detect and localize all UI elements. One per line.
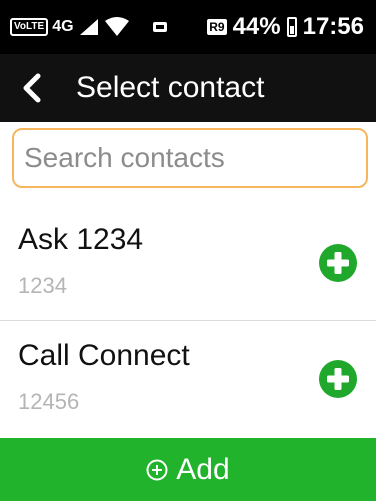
app-bar: Select contact	[0, 54, 376, 122]
sim-indicator: R9	[207, 19, 227, 35]
status-bar: VoLTE 4G R9 44% 17:56	[0, 0, 376, 54]
contact-name: Call Connect	[18, 339, 190, 372]
back-arrow-icon[interactable]	[12, 68, 52, 108]
notification-icon	[152, 22, 167, 32]
volte-indicator: VoLTE	[10, 18, 49, 36]
add-contact-plus-icon[interactable]	[318, 359, 358, 399]
battery-percent: 44%	[232, 13, 281, 40]
search-input[interactable]	[12, 128, 368, 188]
battery-icon	[286, 17, 297, 37]
contact-item-ask-1234[interactable]: Ask 1234 1234	[0, 205, 376, 320]
contact-number: 1234	[18, 273, 67, 298]
status-right: R9 44% 17:56	[207, 12, 364, 42]
status-left: VoLTE 4G	[10, 14, 170, 40]
contact-item-call-connect[interactable]: Call Connect 12456	[0, 320, 376, 436]
contact-name: Ask 1234	[18, 223, 144, 256]
add-contact-plus-icon[interactable]	[318, 243, 358, 283]
add-button[interactable]: Add	[0, 438, 376, 501]
clock: 17:56	[302, 13, 364, 40]
network-type: 4G	[52, 18, 74, 35]
contact-number: 12456	[18, 389, 80, 414]
page-title: Select contact	[76, 71, 265, 104]
add-button-label: Add	[176, 452, 230, 486]
add-circle-icon	[146, 459, 168, 480]
signal-icon	[79, 19, 98, 35]
wifi-icon	[104, 17, 129, 36]
